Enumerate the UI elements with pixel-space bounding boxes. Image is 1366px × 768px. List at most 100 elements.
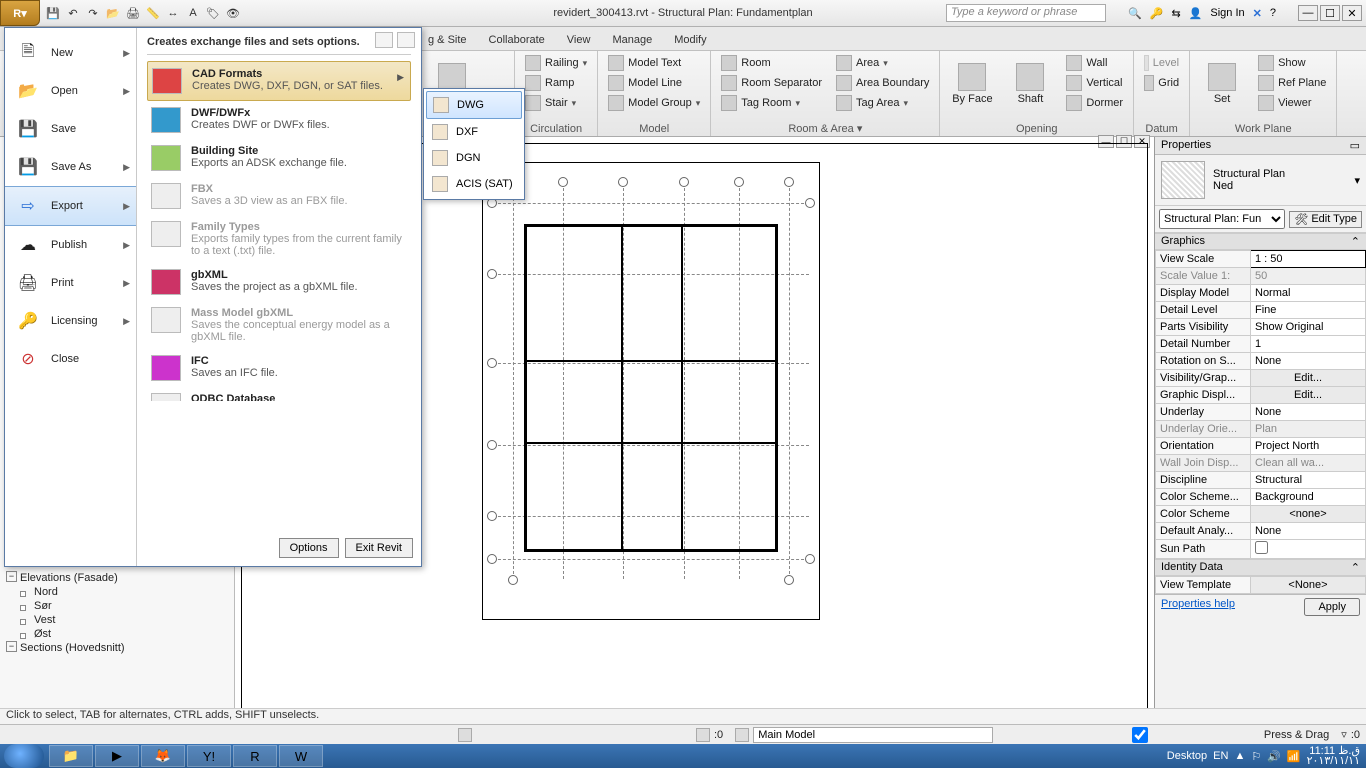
collapse-icon[interactable]: ⌃: [1351, 235, 1360, 248]
design-option-input[interactable]: [753, 727, 993, 743]
menu-publish[interactable]: ☁Publish▶: [5, 226, 136, 264]
collapse-icon-2[interactable]: ⌃: [1351, 561, 1360, 574]
tb-media[interactable]: ▶: [95, 745, 139, 767]
close-button[interactable]: ✕: [1342, 5, 1362, 21]
redo-icon[interactable]: ↷: [84, 4, 102, 22]
submenu-sat[interactable]: ACIS (SAT): [426, 171, 522, 197]
set-button[interactable]: Set: [1198, 53, 1246, 115]
room-button[interactable]: Room: [719, 53, 824, 73]
tray-flag-icon[interactable]: ⚐: [1251, 750, 1261, 763]
graphic-display-edit-button[interactable]: Edit...: [1251, 387, 1366, 404]
sign-in-link[interactable]: Sign In: [1210, 7, 1244, 19]
tray-up-icon[interactable]: ▲: [1234, 750, 1245, 762]
properties-grid[interactable]: View Scale1 : 50 Scale Value 1:50 Displa…: [1155, 250, 1366, 559]
wall-button[interactable]: Wall: [1064, 53, 1125, 73]
level-button[interactable]: Level: [1142, 53, 1181, 73]
user-icon[interactable]: 👤: [1189, 7, 1203, 20]
exchange-icon[interactable]: ⇆: [1171, 7, 1180, 20]
dim-icon[interactable]: ↔: [164, 4, 182, 22]
recent-docs-icon[interactable]: [375, 32, 393, 48]
properties-close-icon[interactable]: ▭: [1350, 139, 1360, 152]
print-icon[interactable]: 🖨: [124, 4, 142, 22]
tb-word[interactable]: W: [279, 745, 323, 767]
tray-desktop[interactable]: Desktop: [1167, 750, 1207, 762]
area-button[interactable]: Area: [834, 53, 931, 73]
key-icon[interactable]: 🔑: [1150, 7, 1164, 20]
visibility-edit-button[interactable]: Edit...: [1251, 370, 1366, 387]
export-cad-formats[interactable]: CAD FormatsCreates DWG, DXF, DGN, or SAT…: [147, 61, 411, 101]
tb-explorer[interactable]: 📁: [49, 745, 93, 767]
tray-lang[interactable]: EN: [1213, 750, 1228, 762]
text-icon[interactable]: A: [184, 4, 202, 22]
menu-new[interactable]: 🗎New▶: [5, 34, 136, 72]
stair-button[interactable]: Stair: [523, 93, 589, 113]
tag-area-button[interactable]: Tag Area: [834, 93, 931, 113]
dormer-button[interactable]: Dormer: [1064, 93, 1125, 113]
export-gbxml[interactable]: gbXMLSaves the project as a gbXML file.: [147, 263, 411, 301]
ramp-button[interactable]: Ramp: [523, 73, 589, 93]
measure-icon[interactable]: 📏: [144, 4, 162, 22]
vertical-button[interactable]: Vertical: [1064, 73, 1125, 93]
color-scheme-button[interactable]: <none>: [1251, 506, 1366, 523]
start-button[interactable]: [4, 744, 44, 768]
section-identity[interactable]: Identity Data: [1161, 561, 1223, 574]
area-boundary-button[interactable]: Area Boundary: [834, 73, 931, 93]
binoculars-icon[interactable]: 🔍: [1128, 7, 1142, 20]
submenu-dgn[interactable]: DGN: [426, 145, 522, 171]
apply-button[interactable]: Apply: [1304, 598, 1360, 616]
model-text-button[interactable]: Model Text: [606, 53, 702, 73]
menu-open[interactable]: 📂Open▶: [5, 72, 136, 110]
tree-vest[interactable]: Vest: [6, 613, 228, 627]
tb-yahoo[interactable]: Y!: [187, 745, 231, 767]
ref-plane-button[interactable]: Ref Plane: [1256, 73, 1328, 93]
model-line-button[interactable]: Model Line: [606, 73, 702, 93]
menu-save[interactable]: 💾Save: [5, 110, 136, 148]
by-face-button[interactable]: By Face: [948, 53, 996, 115]
editable-only-icon[interactable]: [696, 728, 710, 742]
save-icon[interactable]: 💾: [44, 4, 62, 22]
maximize-button[interactable]: ☐: [1320, 5, 1340, 21]
tray-clock[interactable]: 11:11 ق.ظ ٢٠١٣/١١/١١: [1307, 746, 1360, 766]
view-template-button[interactable]: <None>: [1251, 577, 1366, 594]
tb-revit[interactable]: R: [233, 745, 277, 767]
minimize-button[interactable]: —: [1298, 5, 1318, 21]
view-icon[interactable]: 👁: [224, 4, 242, 22]
tray-net-icon[interactable]: 📶: [1287, 750, 1301, 763]
tree-nord[interactable]: Nord: [6, 585, 228, 599]
menu-export[interactable]: ⇨Export▶: [5, 186, 136, 226]
show-button[interactable]: Show: [1256, 53, 1328, 73]
search-box[interactable]: Type a keyword or phrase: [946, 4, 1106, 22]
x-icon[interactable]: ✕: [1253, 7, 1262, 20]
export-ifc[interactable]: IFCSaves an IFC file.: [147, 349, 411, 387]
filter-icon[interactable]: ▿: [1341, 728, 1347, 741]
submenu-dxf[interactable]: DXF: [426, 119, 522, 145]
export-odbc[interactable]: ODBC Database: [147, 387, 411, 401]
export-dwf[interactable]: DWF/DWFxCreates DWF or DWFx files.: [147, 101, 411, 139]
open-docs-icon[interactable]: [397, 32, 415, 48]
type-selector[interactable]: Structural Plan Ned ▾: [1155, 155, 1366, 206]
section-graphics[interactable]: Graphics: [1161, 235, 1205, 248]
edit-type-button[interactable]: 🛠Edit Type: [1289, 211, 1362, 228]
tab-collaborate[interactable]: Collaborate: [481, 30, 553, 50]
export-building-site[interactable]: Building SiteExports an ADSK exchange fi…: [147, 139, 411, 177]
chevron-down-icon[interactable]: ▾: [1354, 174, 1360, 187]
railing-button[interactable]: Railing: [523, 53, 589, 73]
undo-icon[interactable]: ↶: [64, 4, 82, 22]
viewer-button[interactable]: Viewer: [1256, 93, 1328, 113]
grid-button[interactable]: Grid: [1142, 73, 1181, 93]
tree-ost[interactable]: Øst: [6, 627, 228, 641]
menu-licensing[interactable]: 🔑Licensing▶: [5, 302, 136, 340]
tree-sections[interactable]: Sections (Hovedsnitt): [6, 641, 228, 655]
tab-manage[interactable]: Manage: [604, 30, 660, 50]
press-drag-checkbox[interactable]: [1020, 727, 1260, 743]
tag-icon[interactable]: 🏷: [204, 4, 222, 22]
tree-elevations[interactable]: Elevations (Fasade): [6, 571, 228, 585]
open-icon[interactable]: 📂: [104, 4, 122, 22]
properties-help-link[interactable]: Properties help: [1161, 598, 1235, 616]
design-option-icon[interactable]: [735, 728, 749, 742]
tab-view[interactable]: View: [559, 30, 599, 50]
worksets-icon[interactable]: [458, 728, 472, 742]
tree-sor[interactable]: Sør: [6, 599, 228, 613]
menu-close[interactable]: ⊘Close: [5, 340, 136, 378]
model-group-button[interactable]: Model Group: [606, 93, 702, 113]
